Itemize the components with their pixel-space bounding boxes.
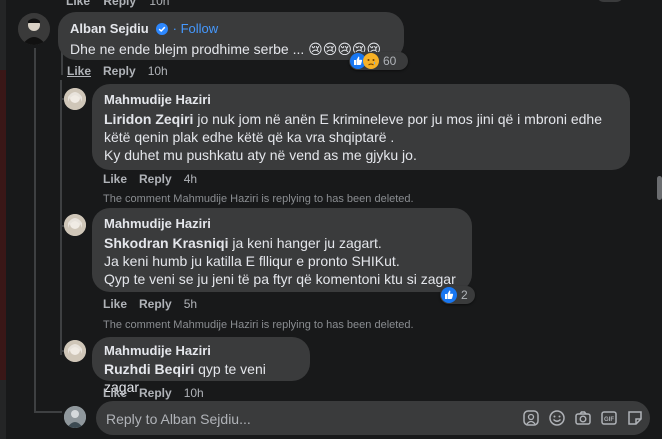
comment-line: Ja keni humb ju katilla E flliqur e pron…	[104, 253, 400, 269]
timestamp: 10h	[149, 0, 170, 8]
comment-bubble: Mahmudije Haziri Liridon Zeqiri jo nuk j…	[92, 84, 630, 170]
mention-link[interactable]: Shkodran Krasniqi	[104, 235, 228, 251]
top-partial-actions: Like Reply 10h	[66, 0, 169, 8]
scrollbar-thumb[interactable]	[657, 176, 662, 200]
emoji-icon[interactable]	[548, 409, 566, 427]
timestamp[interactable]: 10h	[184, 386, 204, 400]
reply-button[interactable]: Reply	[139, 172, 172, 186]
like-button[interactable]: Like	[67, 64, 91, 78]
comment-text: Liridon Zeqiri jo nuk jom në anën E krim…	[104, 110, 618, 164]
comment-author[interactable]: Mahmudije Haziri	[104, 92, 618, 107]
avatar-woman-icon	[64, 88, 86, 110]
like-button[interactable]: Like	[66, 0, 90, 8]
comment-bubble: Mahmudije Haziri Shkodran Krasniqi ja ke…	[92, 208, 472, 292]
thread-line-reply-box	[34, 411, 62, 413]
thread-line-main	[34, 48, 36, 413]
gif-icon[interactable]: GIF	[600, 409, 618, 427]
verified-badge-icon	[156, 23, 169, 35]
comment-actions: Like Reply 4h	[103, 172, 209, 186]
sticker-icon[interactable]	[626, 409, 644, 427]
reply-button[interactable]: Reply	[139, 386, 172, 400]
follow-link[interactable]: Follow	[181, 21, 219, 36]
reaction-summary[interactable]: 60	[349, 52, 408, 70]
sad-reaction-icon	[363, 53, 379, 69]
timestamp[interactable]: 10h	[148, 64, 168, 78]
mention-link[interactable]: Liridon Zeqiri	[104, 111, 193, 127]
comment-text: Dhe ne ende blejm prodhime serbe ... 😢😢😢…	[70, 41, 382, 57]
avatar-sticker-icon[interactable]	[522, 409, 540, 427]
timestamp[interactable]: 5h	[184, 297, 197, 311]
comment-line: jo nuk jom në anën E krimineleve por ju …	[193, 111, 602, 127]
comment-actions: Like Reply 10h	[67, 64, 180, 78]
comment-text: Shkodran Krasniqi ja keni hanger ju zaga…	[104, 234, 460, 288]
like-button[interactable]: Like	[103, 386, 127, 400]
reply-button[interactable]: Reply	[103, 64, 136, 78]
avatar[interactable]	[64, 340, 86, 362]
avatar[interactable]	[64, 88, 86, 110]
svg-text:GIF: GIF	[604, 417, 614, 423]
avatar-woman-icon	[64, 214, 86, 236]
comment-actions: Like Reply 5h	[103, 297, 209, 311]
reaction-summary[interactable]: 2	[440, 286, 475, 304]
comment-line: Qyp te veni se ju jeni të pa ftyr që kom…	[104, 271, 456, 287]
comment-author[interactable]: Mahmudije Haziri	[104, 343, 298, 358]
current-user-avatar[interactable]	[64, 406, 86, 428]
comment-line: ja keni hanger ju zagart.	[228, 235, 382, 251]
comment-author[interactable]: Mahmudije Haziri	[104, 216, 460, 231]
thread-line-replies	[60, 80, 62, 355]
deleted-reply-note: The comment Mahmudije Haziri is replying…	[103, 193, 414, 205]
avatar-woman-icon	[64, 340, 86, 362]
comment-line: Ky duhet mu pushkatu aty në vend as me g…	[104, 147, 417, 163]
mention-link[interactable]: Ruzhdi Beqiri	[104, 361, 194, 377]
follow-separator: ·	[172, 21, 181, 36]
reaction-count: 2	[461, 288, 468, 302]
like-button[interactable]: Like	[103, 172, 127, 186]
camera-icon[interactable]	[574, 409, 592, 427]
timestamp[interactable]: 4h	[184, 172, 197, 186]
like-reaction-icon	[441, 287, 457, 303]
comment-author[interactable]: Alban Sejdiu	[70, 21, 149, 36]
reply-input[interactable]	[104, 401, 508, 437]
comment-bubble: Mahmudije Haziri Ruzhdi Beqiri qyp te ve…	[92, 337, 310, 395]
reply-button[interactable]: Reply	[103, 0, 136, 8]
avatar[interactable]	[64, 214, 86, 236]
deleted-reply-note: The comment Mahmudije Haziri is replying…	[103, 319, 414, 331]
reaction-count: 60	[383, 54, 397, 68]
left-edge-strip	[0, 0, 6, 439]
avatar-user-icon	[64, 406, 86, 428]
like-button[interactable]: Like	[103, 297, 127, 311]
left-edge-image-fragment	[0, 70, 6, 380]
reply-box: GIF	[96, 401, 650, 437]
avatar-man-icon	[18, 13, 50, 45]
comment-actions: Like Reply 10h	[103, 386, 216, 400]
comment-line: këtë qenin plak edhe këtë që ka vra shqi…	[104, 129, 395, 145]
reply-button[interactable]: Reply	[139, 297, 172, 311]
top-right-fragment	[596, 0, 624, 2]
avatar[interactable]	[18, 13, 50, 45]
